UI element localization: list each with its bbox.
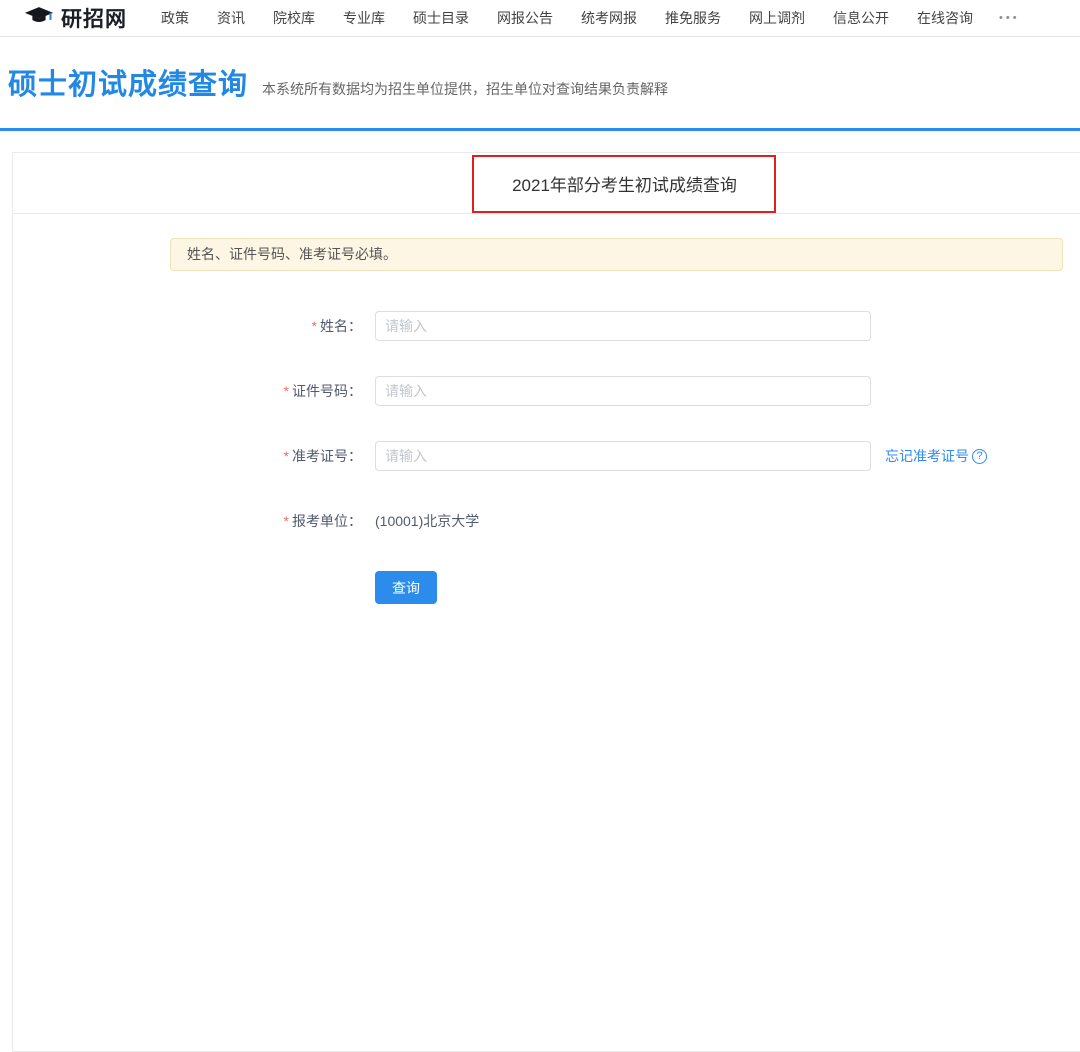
nav-more-button[interactable]: ••• xyxy=(999,12,1020,24)
panel-title: 2021年部分考生初试成绩查询 xyxy=(13,153,1080,214)
site-logo-text: 研招网 xyxy=(61,3,127,33)
nav-item-major-library[interactable]: 专业库 xyxy=(343,8,385,28)
form-row-admission-ticket: *准考证号： 忘记准考证号 ? xyxy=(13,441,1080,471)
page-header: 硕士初试成绩查询 本系统所有数据均为招生单位提供，招生单位对查询结果负责解释 xyxy=(0,37,1080,103)
top-navbar: 研招网 政策 资讯 院校库 专业库 硕士目录 网报公告 统考网报 推免服务 网上… xyxy=(0,0,1080,37)
required-fields-notice: 姓名、证件号码、准考证号必填。 xyxy=(170,238,1063,271)
name-label: *姓名： xyxy=(13,316,362,336)
id-number-label: *证件号码： xyxy=(13,381,362,401)
site-logo[interactable]: 研招网 xyxy=(24,3,127,33)
nav-item-online-consult[interactable]: 在线咨询 xyxy=(917,8,973,28)
page-title: 硕士初试成绩查询 xyxy=(8,61,248,103)
nav-item-master-catalog[interactable]: 硕士目录 xyxy=(413,8,469,28)
button-row: 查询 xyxy=(13,571,1080,604)
required-asterisk: * xyxy=(284,383,289,399)
forgot-ticket-link[interactable]: 忘记准考证号 ? xyxy=(885,446,987,466)
help-circle-icon: ? xyxy=(972,449,987,464)
query-form: *姓名： *证件号码： *准考证号： 忘记准考证号 ? *报考单位： (1000… xyxy=(13,311,1080,604)
nav-item-news[interactable]: 资讯 xyxy=(217,8,245,28)
nav-item-online-adjustment[interactable]: 网上调剂 xyxy=(749,8,805,28)
blue-divider xyxy=(0,128,1080,131)
nav-item-exempt-service[interactable]: 推免服务 xyxy=(665,8,721,28)
query-panel: 2021年部分考生初试成绩查询 姓名、证件号码、准考证号必填。 *姓名： *证件… xyxy=(12,152,1080,1052)
form-row-name: *姓名： xyxy=(13,311,1080,341)
nav-item-policy[interactable]: 政策 xyxy=(161,8,189,28)
admission-ticket-input[interactable] xyxy=(375,441,871,471)
nav-item-unified-exam-report[interactable]: 统考网报 xyxy=(581,8,637,28)
panel-body: 姓名、证件号码、准考证号必填。 *姓名： *证件号码： *准考证号： 忘记准考证… xyxy=(13,214,1080,604)
required-asterisk: * xyxy=(312,318,317,334)
page-subtitle: 本系统所有数据均为招生单位提供，招生单位对查询结果负责解释 xyxy=(262,79,668,99)
institution-label: *报考单位： xyxy=(13,511,362,531)
nav-item-online-report-notice[interactable]: 网报公告 xyxy=(497,8,553,28)
required-asterisk: * xyxy=(284,513,289,529)
name-input[interactable] xyxy=(375,311,871,341)
nav-item-info-disclosure[interactable]: 信息公开 xyxy=(833,8,889,28)
required-asterisk: * xyxy=(284,448,289,464)
id-number-input[interactable] xyxy=(375,376,871,406)
query-button[interactable]: 查询 xyxy=(375,571,437,604)
institution-value: (10001)北京大学 xyxy=(375,511,479,531)
main-nav: 政策 资讯 院校库 专业库 硕士目录 网报公告 统考网报 推免服务 网上调剂 信… xyxy=(161,8,973,28)
graduation-cap-icon xyxy=(24,5,54,32)
admission-ticket-label: *准考证号： xyxy=(13,446,362,466)
form-row-institution: *报考单位： (10001)北京大学 xyxy=(13,506,1080,536)
form-row-id-number: *证件号码： xyxy=(13,376,1080,406)
nav-item-college-library[interactable]: 院校库 xyxy=(273,8,315,28)
